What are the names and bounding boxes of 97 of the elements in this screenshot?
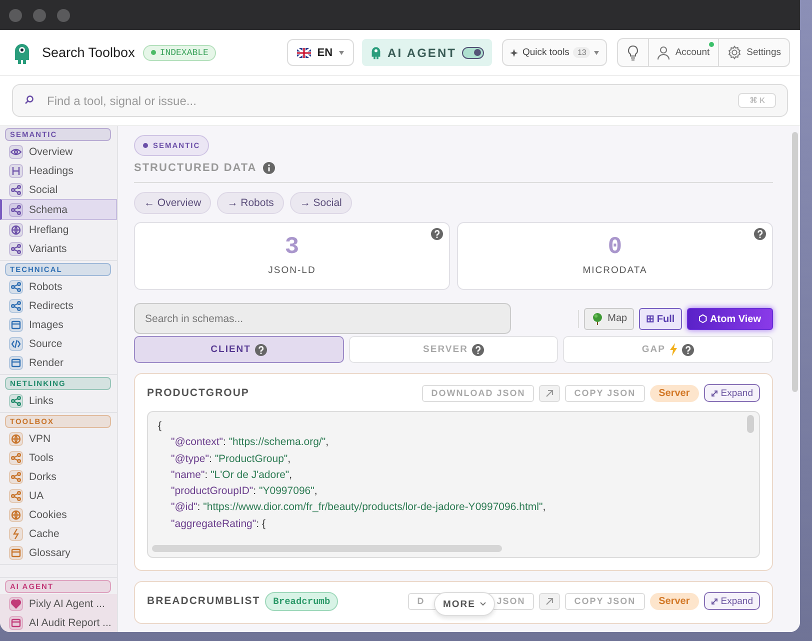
schema-tag: Breadcrumb: [265, 592, 338, 610]
sidebar-item[interactable]: UA: [0, 486, 117, 505]
ai-agent-toggle[interactable]: [462, 46, 484, 58]
schema-search-field[interactable]: Search in schemas...: [134, 303, 511, 334]
help-icon: [472, 344, 484, 356]
code-line: {: [158, 419, 163, 434]
code-line: "aggregateRating": {: [170, 516, 266, 532]
atom-view-button[interactable]: ⬡ Atom View: [686, 308, 773, 330]
sparkle-icon: [510, 48, 518, 56]
globe-icon: [9, 222, 23, 236]
sidebar-item[interactable]: Schema: [0, 199, 117, 220]
caret-icon: [338, 50, 344, 54]
expand-icon: [710, 598, 718, 604]
sidebar-item[interactable]: Dorks: [0, 467, 117, 486]
sidebar-item[interactable]: Robots: [0, 277, 117, 296]
external-link-icon: [545, 596, 554, 606]
shortcut-hint: ⌘ K: [738, 93, 776, 108]
sidebar-item[interactable]: Overview: [0, 142, 117, 161]
monster-icon: [370, 45, 382, 60]
info-icon: [262, 162, 275, 174]
view-button[interactable]: ⊞ Full: [639, 308, 682, 330]
expand-icon: [710, 390, 718, 396]
window-icon: [9, 356, 23, 370]
expand-button[interactable]: Expand: [704, 384, 760, 402]
status-badge: INDEXABLE: [142, 44, 216, 60]
sidebar-item[interactable]: Variants: [0, 239, 117, 258]
window-minimize-button[interactable]: [33, 8, 46, 22]
source-badge: Server: [650, 384, 699, 402]
open-external-button[interactable]: [539, 592, 560, 610]
code-line: "@id": "https://www.dior.com/fr_fr/beauty/products/lor-de-jadore-Y0997096.html",: [170, 500, 547, 516]
sidebar-item[interactable]: Social: [0, 180, 117, 199]
stat-value: 0: [608, 236, 622, 260]
external-link-icon: [545, 388, 554, 398]
globe-icon: [9, 432, 23, 446]
scrollbar-thumb[interactable]: [747, 415, 754, 433]
sidebar-item[interactable]: VPN: [0, 429, 117, 448]
source-tab[interactable]: CLIENT: [134, 336, 344, 363]
language-select[interactable]: EN: [287, 39, 354, 66]
schema-type: BREADCRUMBLIST: [147, 595, 260, 607]
help-icon: [754, 228, 766, 240]
sidebar-item[interactable]: Hreflang: [0, 220, 117, 239]
stat-label: MICRODATA: [582, 265, 648, 276]
sidebar-item[interactable]: Glossary: [0, 543, 117, 562]
sidebar-item[interactable]: Cache: [0, 524, 117, 543]
share-icon: [9, 182, 23, 196]
h-icon: [9, 164, 23, 178]
window-close-button[interactable]: [9, 8, 22, 22]
expand-button[interactable]: Expand: [704, 592, 760, 610]
lightning-icon: [669, 343, 678, 356]
eye-icon: [9, 144, 23, 158]
link-icon: [9, 394, 23, 408]
nav-link-button[interactable]: → Social: [290, 192, 352, 214]
section-heading: STRUCTURED DATA: [134, 162, 257, 174]
tree-icon: [590, 312, 604, 325]
settings-button[interactable]: Settings: [718, 39, 789, 66]
stat-value: 3: [284, 236, 300, 260]
scrollbar-thumb[interactable]: [792, 132, 798, 392]
nav-link-button[interactable]: → Robots: [217, 192, 284, 214]
user-icon: [657, 46, 670, 60]
schema-type: PRODUCTGROUP: [147, 387, 250, 399]
help-icon: [682, 344, 694, 356]
sidebar-item[interactable]: AI Audit Report ...: [0, 613, 117, 632]
floating-more-overlay[interactable]: MORE: [434, 592, 494, 616]
code-line: "productGroupID": "Y0997096",: [170, 484, 318, 500]
sidebar-item[interactable]: Links: [0, 391, 117, 410]
source-badge: Server: [650, 592, 699, 610]
sidebar-item[interactable]: Images: [0, 315, 117, 334]
window-zoom-button[interactable]: [57, 8, 70, 22]
sidebar-item[interactable]: Pixly AI Agent ...: [0, 594, 117, 613]
settings-icon: [726, 45, 742, 60]
help-icon: [254, 344, 267, 356]
sidebar-item[interactable]: Source: [0, 334, 117, 353]
scrollbar-thumb[interactable]: [152, 545, 502, 552]
bolt-icon: [9, 526, 23, 540]
account-button[interactable]: Account: [648, 39, 718, 66]
flag-icon: [297, 48, 312, 58]
sidebar-item[interactable]: Redirects: [0, 296, 117, 315]
sidebar-item[interactable]: Headings: [0, 161, 117, 180]
map-button[interactable]: Map: [584, 308, 634, 330]
sidebar-item[interactable]: Tools: [0, 448, 117, 467]
lightbulb-icon: [627, 44, 640, 60]
code-line: "@context": "https://schema.org/",: [170, 435, 330, 450]
heart-icon: [9, 596, 23, 610]
code-icon: [9, 336, 23, 350]
stat-label: JSON-LD: [268, 265, 316, 276]
chevron-down-icon: [480, 602, 486, 606]
code-line: "name": "L'Or de J'adore",: [170, 468, 294, 483]
ai-agent-label: AI AGENT: [388, 46, 456, 60]
help-icon: [431, 228, 443, 240]
nav-link-button[interactable]: ← Overview: [134, 192, 212, 214]
sidebar-item[interactable]: Cookies: [0, 505, 117, 524]
sidebar-item[interactable]: Render: [0, 353, 117, 372]
code-line: "@type": "ProductGroup",: [170, 452, 292, 467]
quick-tools-button[interactable]: Quick tools 13: [502, 39, 608, 66]
open-external-button[interactable]: [539, 384, 560, 402]
caret-icon: [594, 50, 600, 54]
app-title: Search Toolbox: [42, 45, 135, 60]
